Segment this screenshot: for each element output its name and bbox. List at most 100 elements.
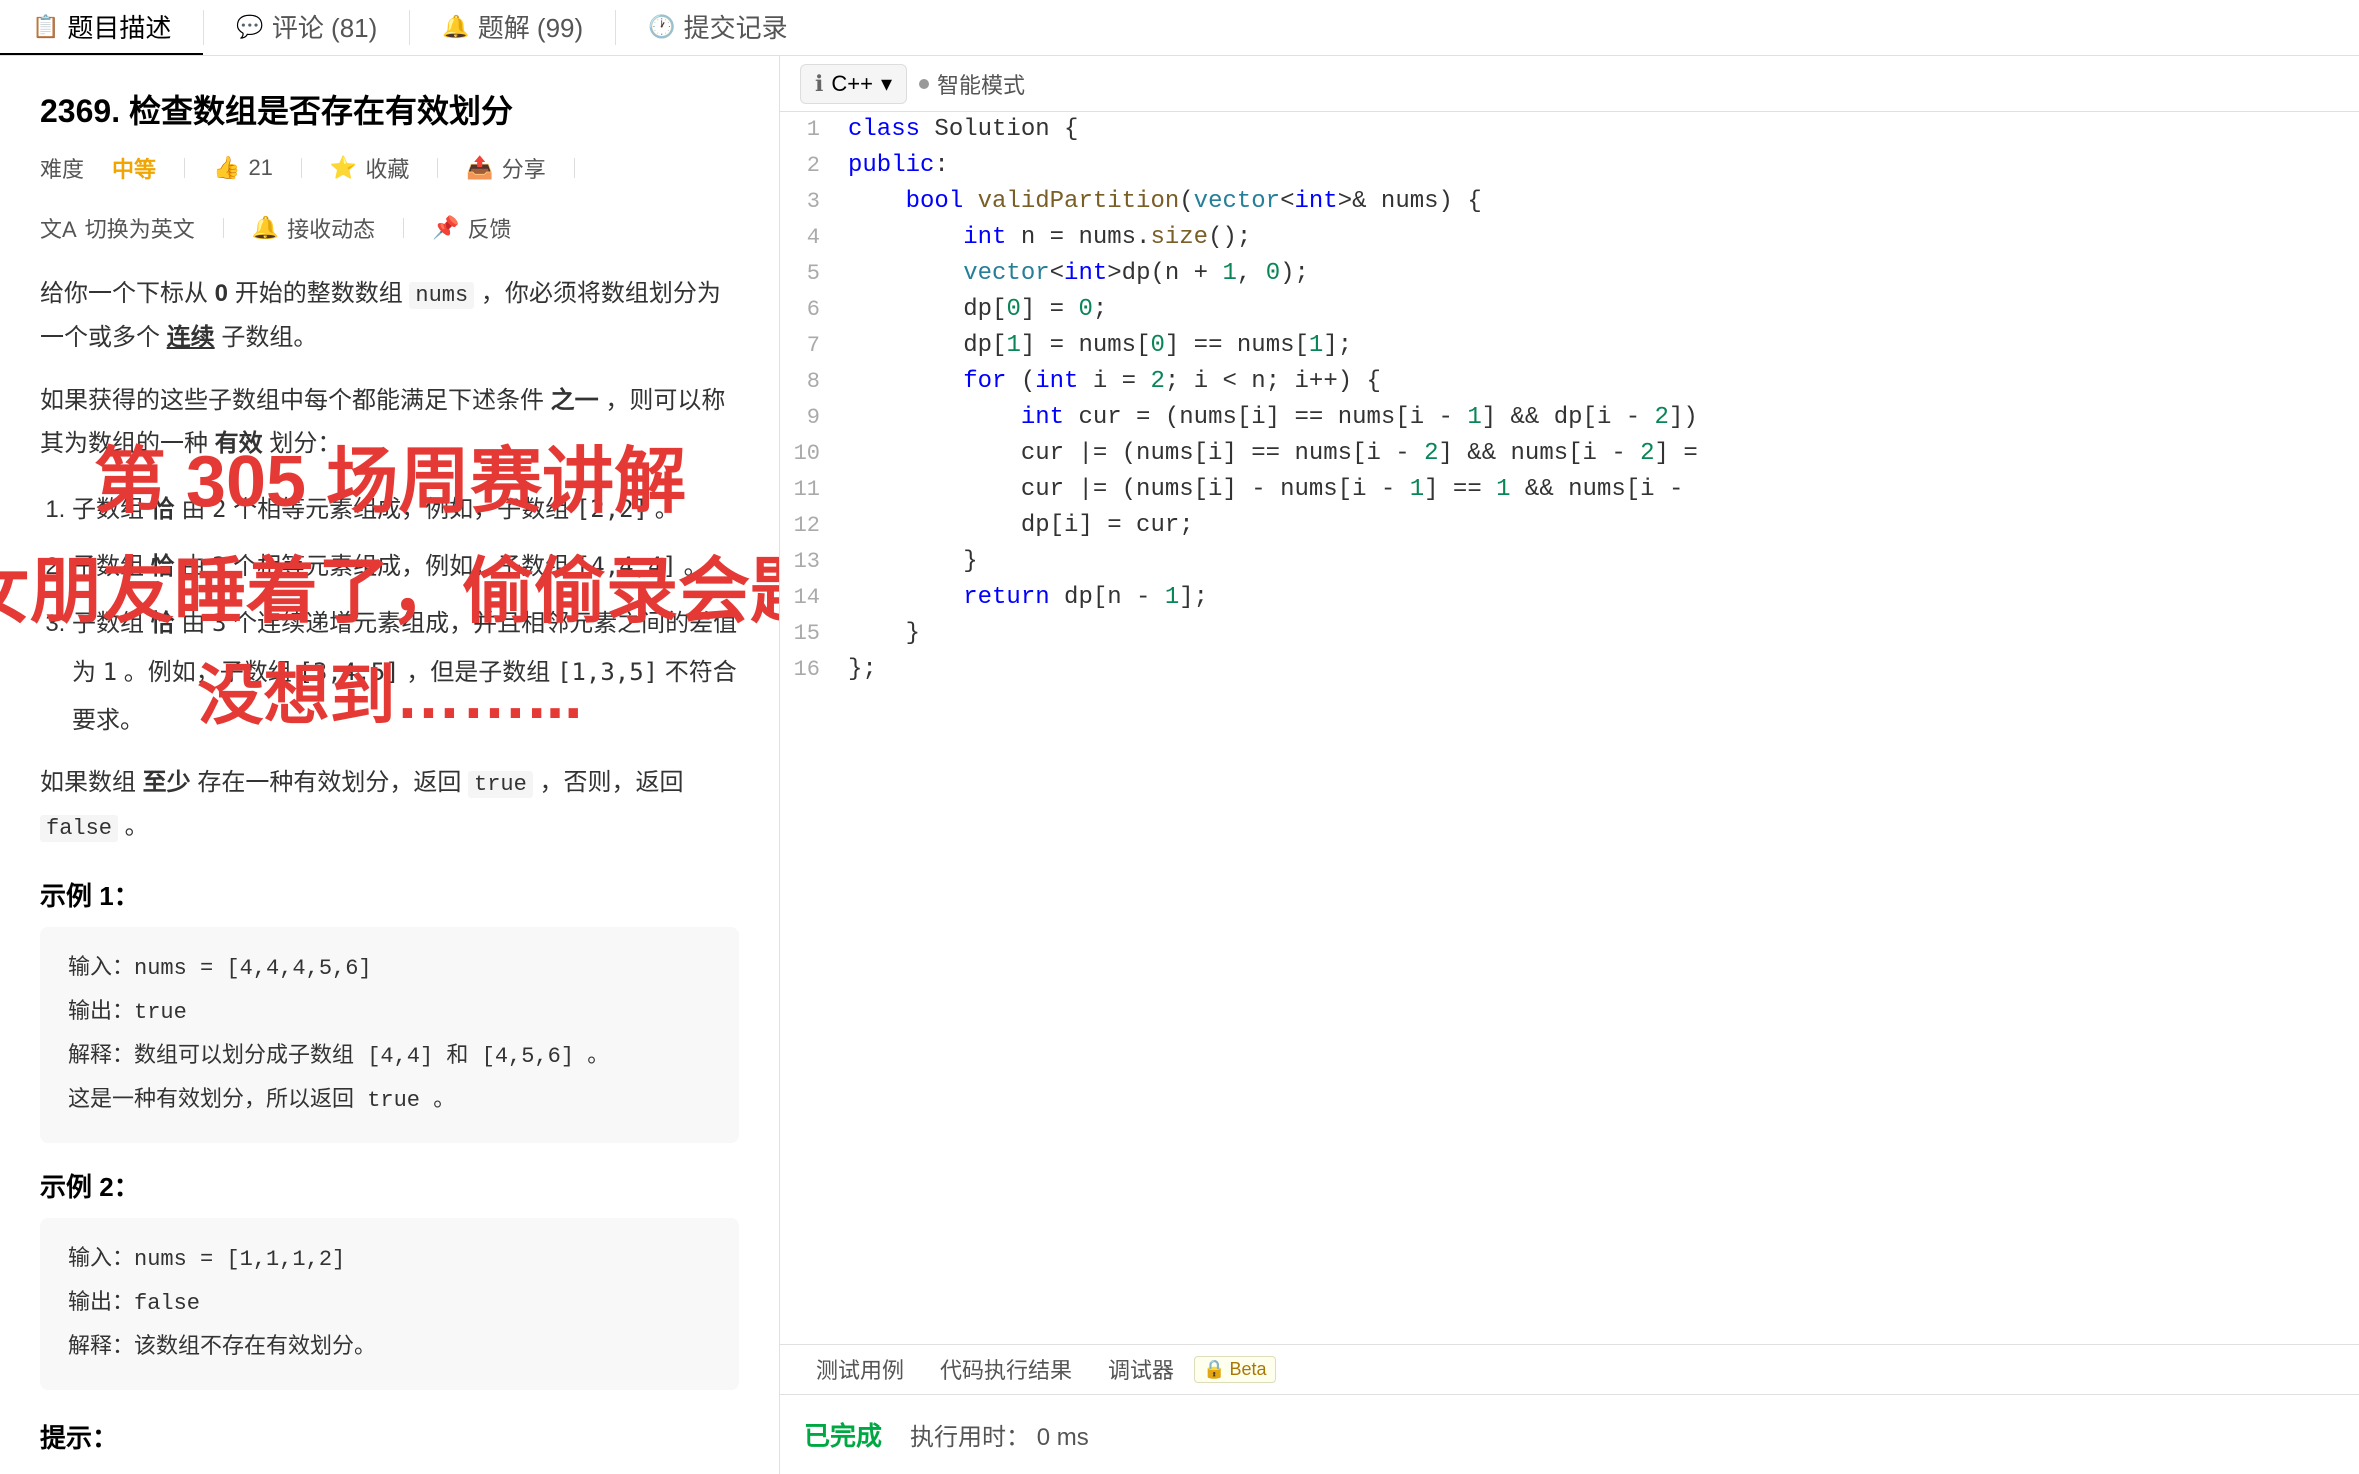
like-button[interactable]: 👍 21: [213, 155, 273, 181]
share-button[interactable]: 📤 分享: [466, 152, 545, 184]
tab-test-cases[interactable]: 测试用例: [800, 1347, 920, 1391]
condition-3: 子数组 恰 由 3 个连续递增元素组成，并且相邻元素之间的差值为 1 。例如，子…: [72, 599, 739, 745]
code-line-10: 10 cur |= (nums[i] == nums[i - 2] && num…: [780, 436, 2359, 472]
line-num-12: 12: [780, 508, 840, 544]
beta-badge: 🔒 Beta: [1194, 1356, 1275, 1383]
meta-divider-1: [184, 158, 185, 178]
examples-section: 示例 1： 输入：nums = [4,4,4,5,6] 输出：true 解释：数…: [40, 876, 739, 1390]
line-content-3: bool validPartition(vector<int>& nums) {: [840, 184, 2359, 220]
line-content-5: vector<int>dp(n + 1, 0);: [840, 256, 2359, 292]
line-num-2: 2: [780, 148, 840, 184]
main-layout: 2369. 检查数组是否存在有效划分 难度 中等 👍 21 ⭐ 收藏 📤: [0, 56, 2359, 1474]
tab-debugger[interactable]: 调试器: [1092, 1347, 1190, 1391]
collect-button[interactable]: ⭐ 收藏: [330, 152, 409, 184]
code-line-15: 15 }: [780, 616, 2359, 652]
tab-submissions[interactable]: 🕐 提交记录: [616, 0, 819, 55]
problem-desc-3: 如果数组 至少 存在一种有效划分，返回 true ，否则，返回 false 。: [40, 761, 739, 848]
hint-1: 2 <= nums.length <= 105: [72, 1469, 739, 1474]
code-line-2: 2 public:: [780, 148, 2359, 184]
collect-icon: ⭐: [330, 155, 357, 181]
hints-title: 提示：: [40, 1418, 739, 1455]
code-editor[interactable]: 1 class Solution { 2 public: 3 bool vali…: [780, 112, 2359, 1344]
line-num-3: 3: [780, 184, 840, 220]
lock-icon: 🔒: [1203, 1359, 1225, 1380]
feedback-label: 反馈: [468, 212, 512, 244]
translate-button[interactable]: 文A 切换为英文: [40, 212, 195, 244]
example2-box: 输入：nums = [1,1,1,2] 输出：false 解释：该数组不存在有效…: [40, 1218, 739, 1390]
problem-title: 2369. 检查数组是否存在有效划分: [40, 86, 739, 132]
line-num-7: 7: [780, 328, 840, 364]
difficulty-label: 难度: [40, 152, 84, 184]
tab-solutions[interactable]: 🔔 题解 (99): [410, 0, 615, 55]
example1-input: 输入：nums = [4,4,4,5,6]: [68, 947, 711, 991]
description-icon: 📋: [32, 14, 59, 40]
line-content-7: dp[1] = nums[0] == nums[1];: [840, 328, 2359, 364]
bottom-panel: 测试用例 代码执行结果 调试器 🔒 Beta 已完成 执行用时： 0 ms: [780, 1344, 2359, 1474]
example1-explanation1: 解释：数组可以划分成子数组 [4,4] 和 [4,5,6] 。: [68, 1035, 711, 1079]
language-selector[interactable]: ℹ C++ ▾: [800, 64, 907, 104]
code-line-1: 1 class Solution {: [780, 112, 2359, 148]
line-num-6: 6: [780, 292, 840, 328]
line-content-2: public:: [840, 148, 2359, 184]
bell-icon: 🔔: [252, 215, 279, 241]
left-panel: 2369. 检查数组是否存在有效划分 难度 中等 👍 21 ⭐ 收藏 📤: [0, 56, 780, 1474]
line-content-8: for (int i = 2; i < n; i++) {: [840, 364, 2359, 400]
line-content-11: cur |= (nums[i] - nums[i - 1] == 1 && nu…: [840, 472, 2359, 508]
editor-header: ℹ C++ ▾ 智能模式: [780, 56, 2359, 112]
comments-icon: 💬: [236, 14, 263, 40]
bottom-status: 已完成 执行用时： 0 ms: [780, 1395, 2359, 1474]
tab-description-label: 题目描述: [67, 8, 171, 45]
code-line-4: 4 int n = nums.size();: [780, 220, 2359, 256]
problem-desc-2: 如果获得的这些子数组中每个都能满足下述条件 之一 ，则可以称其为数组的一种 有效…: [40, 379, 739, 465]
tab-code-result[interactable]: 代码执行结果: [924, 1347, 1088, 1391]
smart-mode-label: 智能模式: [937, 68, 1025, 100]
like-count: 21: [248, 155, 272, 181]
meta-divider-3: [437, 158, 438, 178]
example1-box: 输入：nums = [4,4,4,5,6] 输出：true 解释：数组可以划分成…: [40, 927, 739, 1143]
line-num-9: 9: [780, 400, 840, 436]
difficulty-badge: 中等: [112, 152, 156, 184]
collect-label: 收藏: [365, 152, 409, 184]
bell-button[interactable]: 🔔 接收动态: [252, 212, 375, 244]
line-num-10: 10: [780, 436, 840, 472]
line-content-15: }: [840, 616, 2359, 652]
line-content-10: cur |= (nums[i] == nums[i - 2] && nums[i…: [840, 436, 2359, 472]
feedback-button[interactable]: 📌 反馈: [432, 212, 511, 244]
line-content-12: dp[i] = cur;: [840, 508, 2359, 544]
code-line-13: 13 }: [780, 544, 2359, 580]
smart-mode: 智能模式: [919, 68, 1025, 100]
solutions-icon: 🔔: [442, 14, 469, 40]
tab-solutions-label: 题解 (99): [478, 8, 583, 45]
like-icon: 👍: [213, 155, 240, 181]
line-num-13: 13: [780, 544, 840, 580]
example1-title: 示例 1：: [40, 876, 739, 913]
example2-input: 输入：nums = [1,1,1,2]: [68, 1238, 711, 1282]
meta-divider-4: [574, 158, 575, 178]
meta-divider-5: [223, 218, 224, 238]
problem-desc-1: 给你一个下标从 0 开始的整数数组 nums ，你必须将数组划分为一个或多个 连…: [40, 272, 739, 359]
code-line-5: 5 vector<int>dp(n + 1, 0);: [780, 256, 2359, 292]
tab-comments-label: 评论 (81): [272, 8, 377, 45]
code-line-7: 7 dp[1] = nums[0] == nums[1];: [780, 328, 2359, 364]
line-num-4: 4: [780, 220, 840, 256]
feedback-icon: 📌: [432, 215, 459, 241]
translate-label: 切换为英文: [85, 212, 195, 244]
example1-output: 输出：true: [68, 991, 711, 1035]
bottom-tabs-bar: 测试用例 代码执行结果 调试器 🔒 Beta: [780, 1345, 2359, 1395]
line-content-1: class Solution {: [840, 112, 2359, 148]
tab-description[interactable]: 📋 题目描述: [0, 0, 203, 55]
share-label: 分享: [502, 152, 546, 184]
code-line-11: 11 cur |= (nums[i] - nums[i - 1] == 1 &&…: [780, 472, 2359, 508]
tab-comments[interactable]: 💬 评论 (81): [204, 0, 409, 55]
line-content-4: int n = nums.size();: [840, 220, 2359, 256]
chevron-down-icon: ▾: [881, 71, 892, 97]
code-line-8: 8 for (int i = 2; i < n; i++) {: [780, 364, 2359, 400]
problem-meta: 难度 中等 👍 21 ⭐ 收藏 📤 分享: [40, 152, 739, 244]
line-num-16: 16: [780, 652, 840, 688]
translate-icon: 文A: [40, 212, 77, 244]
meta-divider-2: [301, 158, 302, 178]
line-content-14: return dp[n - 1];: [840, 580, 2359, 616]
example2-title: 示例 2：: [40, 1167, 739, 1204]
share-icon: 📤: [466, 155, 493, 181]
code-line-14: 14 return dp[n - 1];: [780, 580, 2359, 616]
